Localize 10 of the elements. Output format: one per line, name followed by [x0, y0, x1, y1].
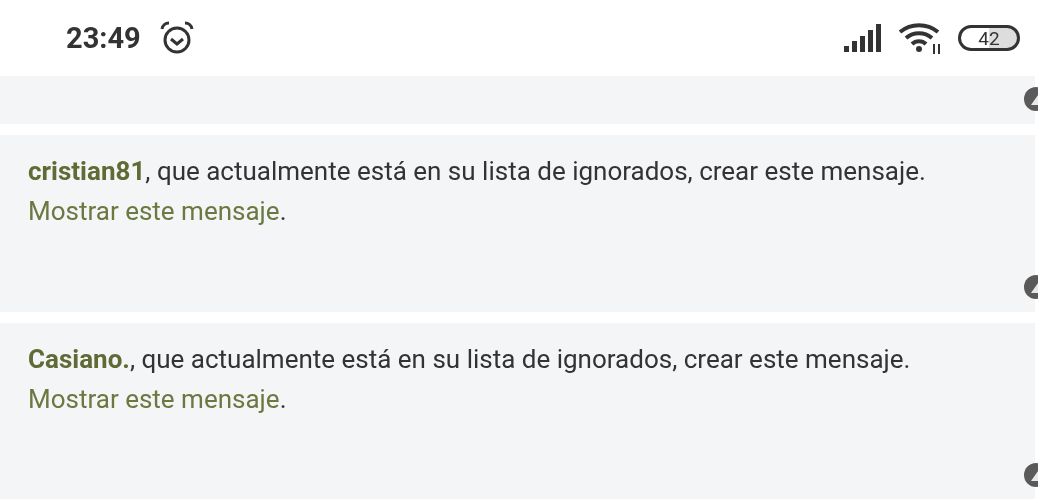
show-message-line: Mostrar este mensaje.: [28, 383, 288, 416]
alarm-clock-icon: [158, 20, 195, 56]
ignored-notice: cristian81, que actualmente está en su lista de ignorados, crear este mensaje.: [28, 155, 927, 188]
signal-icon: [844, 24, 884, 52]
ignored-notice: Casiano., que actualmente está en su lista de ignorados, crear este mensaje.: [28, 343, 912, 376]
battery-level: 42: [978, 28, 1000, 48]
show-message-line: Mostrar este mensaje.: [28, 195, 288, 228]
show-message-link[interactable]: Mostrar este mensaje: [28, 384, 280, 414]
clock-time: 23:49: [66, 21, 141, 55]
show-message-link[interactable]: Mostrar este mensaje: [28, 196, 280, 226]
